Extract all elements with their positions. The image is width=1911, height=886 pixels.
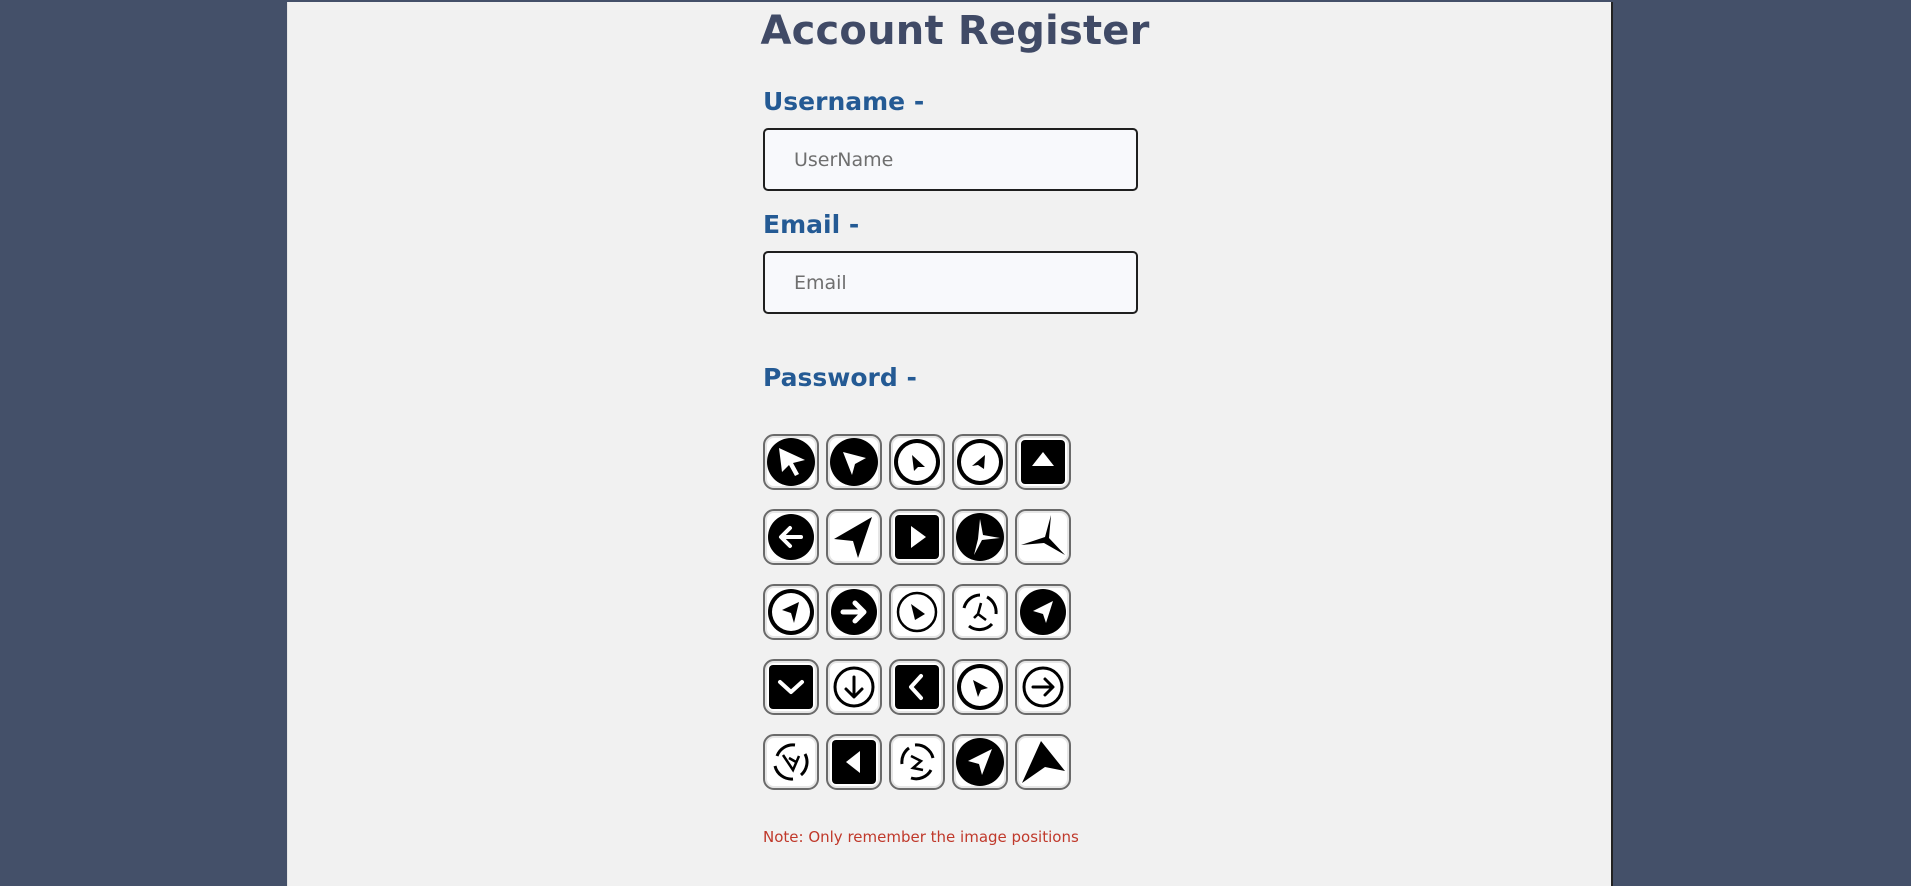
navigation-arrow-icon (834, 517, 872, 558)
password-tile[interactable] (952, 659, 1008, 715)
recycle-circle-icon (900, 743, 935, 781)
password-tile[interactable] (1015, 434, 1071, 490)
register-panel: Account Register Username - Email - Pass… (287, 2, 1613, 886)
arrow-circle-outline-icon (768, 589, 814, 635)
password-tile[interactable] (763, 584, 819, 640)
arrow-circle-black-icon (830, 438, 878, 486)
password-tile[interactable] (1015, 659, 1071, 715)
username-input[interactable] (763, 128, 1138, 191)
compass-circle-icon (956, 513, 1004, 561)
password-tile[interactable] (889, 734, 945, 790)
password-tile[interactable] (952, 584, 1008, 640)
navigation-arrow-icon (1022, 741, 1065, 783)
triangle-up-square-icon (1021, 440, 1065, 484)
password-tile[interactable] (1015, 734, 1071, 790)
recycle-circle-icon (773, 743, 809, 781)
password-tile[interactable] (826, 584, 882, 640)
arrow-circle-outline-icon (894, 439, 940, 485)
email-input[interactable] (763, 251, 1138, 314)
arrow-down-circle-outline-icon (833, 666, 875, 708)
password-image-grid (763, 434, 1071, 790)
arrow-circle-black-icon (767, 438, 815, 486)
password-tile[interactable] (889, 509, 945, 565)
arrow-right-circle-outline-icon (1022, 666, 1064, 708)
navigation-circle-icon (1020, 589, 1066, 635)
password-tile[interactable] (1015, 509, 1071, 565)
password-label: Password - (763, 363, 917, 392)
password-tile[interactable] (826, 659, 882, 715)
password-tile[interactable] (826, 509, 882, 565)
navigation-circle-icon (956, 738, 1004, 786)
password-tile[interactable] (952, 734, 1008, 790)
arrow-left-circle-icon (768, 514, 814, 560)
page-title: Account Register (760, 8, 1150, 54)
username-label: Username - (763, 87, 925, 116)
password-tile[interactable] (889, 659, 945, 715)
password-note: Note: Only remember the image positions (763, 828, 1079, 846)
password-tile[interactable] (826, 434, 882, 490)
arrow-circle-outline-icon (957, 664, 1003, 710)
email-label: Email - (763, 210, 860, 239)
password-tile[interactable] (1015, 584, 1071, 640)
password-tile[interactable] (763, 659, 819, 715)
chevron-down-square-icon (769, 665, 813, 709)
arrow-right-circle-icon (831, 589, 877, 635)
password-tile[interactable] (952, 509, 1008, 565)
chevron-left-square-icon (895, 665, 939, 709)
password-tile[interactable] (763, 734, 819, 790)
password-tile[interactable] (763, 509, 819, 565)
password-tile[interactable] (763, 434, 819, 490)
play-square-icon (895, 515, 939, 559)
triangle-left-square-icon (832, 740, 876, 784)
password-tile[interactable] (889, 584, 945, 640)
arrow-circle-outline-icon (957, 439, 1003, 485)
password-tile[interactable] (889, 434, 945, 490)
recycle-circle-icon (962, 593, 998, 632)
password-tile[interactable] (952, 434, 1008, 490)
navigation-arrow-icon (1021, 515, 1065, 555)
play-circle-outline-icon (896, 591, 938, 633)
password-tile[interactable] (826, 734, 882, 790)
